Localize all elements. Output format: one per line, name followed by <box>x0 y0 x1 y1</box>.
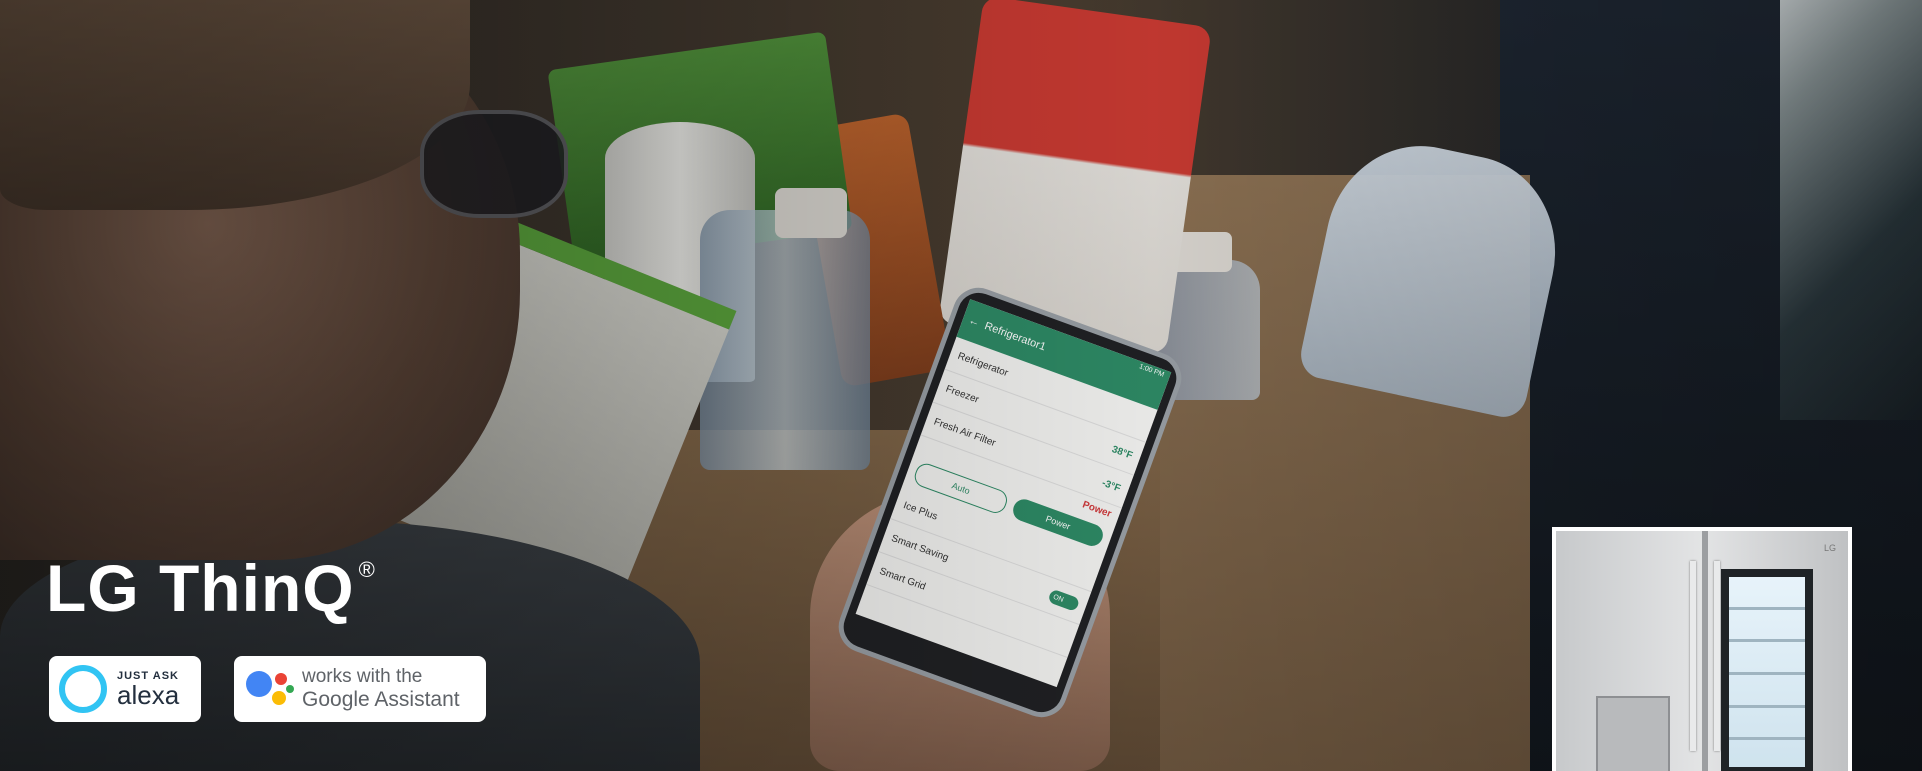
app-title: Refrigerator1 <box>982 320 1048 354</box>
fridge-shelf <box>1729 607 1805 610</box>
section-label: Refrigerator <box>956 350 1010 379</box>
alexa-badge[interactable]: JUST ASK alexa <box>49 656 201 722</box>
fridge-brand-label: LG <box>1823 543 1836 553</box>
water-bottle-left <box>700 210 870 470</box>
fridge-shelf <box>1729 639 1805 642</box>
fridge-instaview-window <box>1721 569 1813 771</box>
alexa-text: JUST ASK alexa <box>117 670 179 708</box>
google-line2: Google Assistant <box>302 687 460 711</box>
google-assistant-dots-icon <box>242 665 296 713</box>
refrigerator-image: LG <box>1552 527 1852 771</box>
google-assistant-text: works with the Google Assistant <box>302 666 460 711</box>
car-trunk-edge <box>1780 0 1922 420</box>
freezer-value: 38°F <box>1110 443 1135 462</box>
fridge-water-dispenser <box>1596 696 1670 771</box>
alexa-ring-icon <box>59 665 107 713</box>
google-assistant-badge[interactable]: works with the Google Assistant <box>234 656 486 722</box>
status-time: 1:00 PM <box>1138 363 1165 379</box>
fresh-air-value: -3°F <box>1100 477 1123 495</box>
logo-text: LG ThinQ <box>46 551 355 625</box>
fridge-handle-left <box>1690 561 1696 751</box>
fridge-shelf <box>1729 737 1805 740</box>
hero-banner: ← Refrigerator1 1:00 PM Refrigerator Fre… <box>0 0 1922 771</box>
alexa-big-text: alexa <box>117 680 180 710</box>
glasses <box>420 110 568 218</box>
ice-plus-label: Ice Plus <box>901 499 940 523</box>
smart-grid-label: Smart Grid <box>877 565 928 593</box>
fridge-door-split <box>1702 531 1708 771</box>
fridge-body: LG <box>1556 531 1848 771</box>
lg-thinq-logo: LG ThinQ ® <box>46 555 376 621</box>
smart-saving-toggle[interactable]: ON <box>1047 588 1081 613</box>
fridge-interior <box>1729 577 1805 767</box>
registered-mark: ® <box>358 557 376 582</box>
fridge-handle-right <box>1714 561 1720 751</box>
fridge-shelf <box>1729 672 1805 675</box>
freezer-label: Freezer <box>944 383 981 406</box>
fridge-shelf <box>1729 705 1805 708</box>
bottle-cap-left <box>775 188 847 238</box>
back-arrow-icon[interactable]: ← <box>967 314 981 329</box>
google-line1: works with the <box>302 666 423 687</box>
